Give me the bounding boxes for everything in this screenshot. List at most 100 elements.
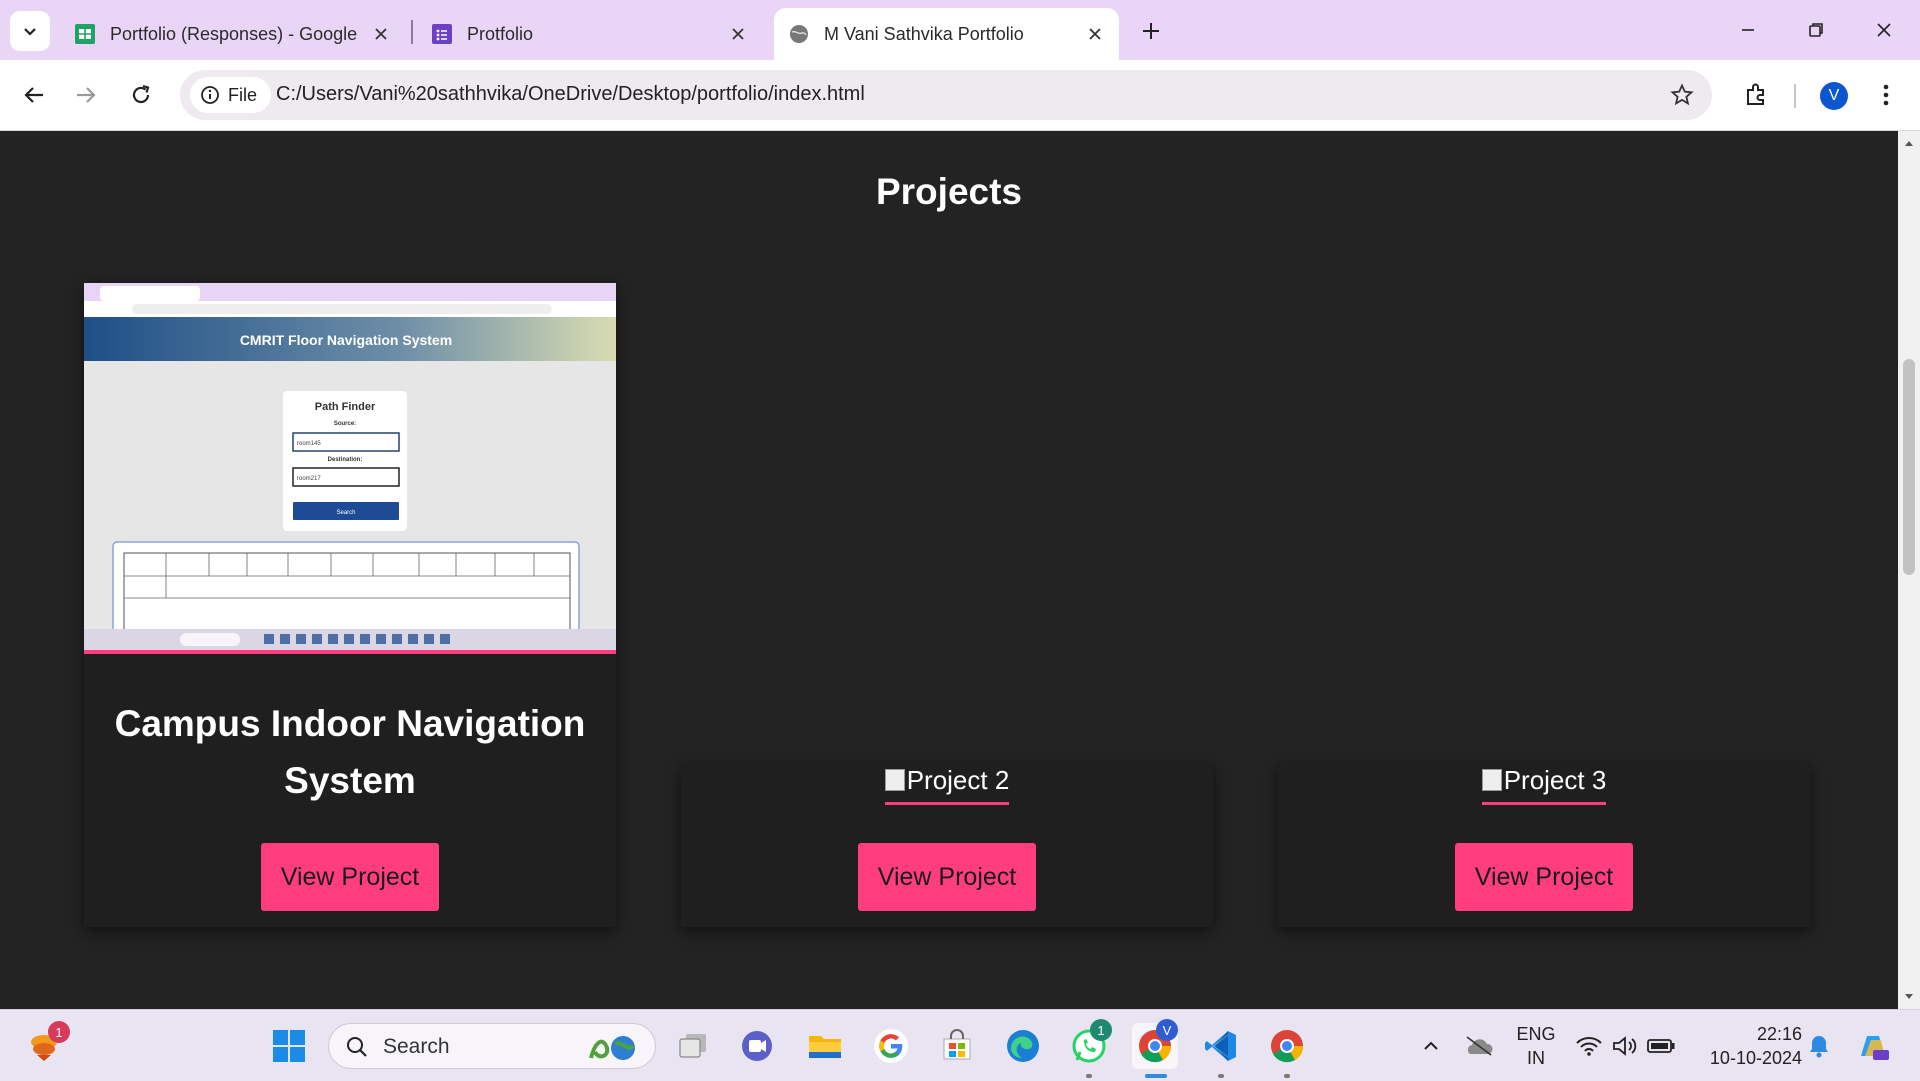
tab-strip: Portfolio (Responses) - Google Protfolio… (0, 0, 1920, 60)
tab-title: Portfolio (Responses) - Google (110, 23, 358, 44)
chrome-icon[interactable] (1264, 1023, 1310, 1069)
plus-icon (1143, 23, 1159, 39)
site-info-chip[interactable]: File (190, 77, 272, 113)
arrow-left-icon (24, 87, 43, 103)
project-image-placeholder: Project 2 (681, 765, 1213, 805)
notification-badge: 1 (48, 1021, 70, 1043)
back-button[interactable] (14, 75, 54, 115)
restore-button[interactable] (1794, 10, 1838, 50)
section-title: Projects (875, 171, 1022, 212)
store-icon[interactable] (934, 1023, 980, 1069)
view-project-button[interactable]: View Project (261, 843, 439, 911)
arrow-right-icon (77, 87, 96, 103)
close-window-button[interactable] (1862, 10, 1906, 50)
svg-text:Search: Search (336, 510, 355, 516)
onedrive-icon[interactable] (1456, 1023, 1502, 1069)
close-icon[interactable] (371, 24, 391, 44)
start-icon[interactable] (266, 1023, 312, 1069)
tab-vani-portfolio[interactable]: M Vani Sathvika Portfolio (774, 8, 1119, 60)
active-indicator (1145, 1074, 1167, 1078)
language-indicator[interactable]: ENG IN (1508, 1022, 1564, 1070)
google-sheets-icon (74, 23, 96, 45)
task-view-icon[interactable] (670, 1023, 716, 1069)
scrollbar-thumb[interactable] (1903, 359, 1915, 575)
view-project-button[interactable]: View Project (858, 843, 1036, 911)
wifi-icon (1576, 1037, 1602, 1056)
project-card: Project 2 View Project (681, 765, 1213, 927)
reload-button[interactable] (121, 75, 161, 115)
volume-icon (1613, 1036, 1637, 1056)
svg-text:room217: room217 (297, 476, 321, 482)
more-menu-icon[interactable] (1868, 75, 1904, 115)
taskbar-search-box[interactable]: Search (328, 1023, 656, 1069)
project-card: CMRIT Floor Navigation System Path Finde… (84, 283, 616, 927)
whatsapp-icon[interactable]: 1 (1066, 1019, 1112, 1069)
tab-protfolio[interactable]: Protfolio (417, 8, 762, 60)
url-text[interactable]: C:/Users/Vani%20sathhvika/OneDrive/Deskt… (276, 83, 865, 106)
running-indicator (1284, 1074, 1290, 1078)
quick-settings[interactable] (1570, 1023, 1680, 1069)
broken-image-icon (884, 769, 905, 791)
bookmark-star-icon[interactable] (1668, 81, 1696, 109)
google-forms-icon (431, 23, 453, 45)
globe-icon (788, 23, 810, 45)
clock-time: 22:16 (1756, 1024, 1802, 1044)
svg-text:room145: room145 (297, 441, 321, 447)
search-icon (347, 1037, 367, 1057)
forward-button[interactable] (66, 75, 106, 115)
clock-date: 10-10-2024 (1709, 1048, 1802, 1068)
image-alt-text: Project 2 (906, 765, 1010, 795)
close-icon[interactable] (1085, 24, 1105, 44)
extensions-icon[interactable] (1736, 75, 1776, 115)
svg-text:Destination:: Destination: (328, 457, 363, 463)
reload-icon (132, 84, 150, 104)
project-screenshot: CMRIT Floor Navigation System Path Finde… (84, 283, 616, 654)
close-icon[interactable] (728, 24, 748, 44)
vertical-scrollbar[interactable] (1898, 131, 1920, 1009)
tab-divider (411, 20, 413, 44)
tab-search-button[interactable] (10, 11, 50, 51)
browser-toolbar: File C:/Users/Vani%20sathhvika/OneDrive/… (0, 60, 1920, 131)
clock[interactable]: 22:16 10-10-2024 (1692, 1022, 1802, 1070)
search-highlight-icon (589, 1036, 635, 1060)
google-icon[interactable] (868, 1023, 914, 1069)
broken-image-icon (1481, 769, 1502, 791)
project-card: Project 3 View Project (1278, 765, 1810, 927)
edge-icon[interactable] (1000, 1023, 1046, 1069)
new-tab-button[interactable] (1134, 14, 1168, 48)
notification-bell-icon[interactable] (1796, 1023, 1842, 1069)
chevron-down-icon (24, 28, 36, 36)
toolbar-divider (1794, 84, 1796, 108)
running-indicator (1086, 1074, 1092, 1078)
chevron-up-icon[interactable] (1408, 1023, 1454, 1069)
project-image-placeholder: Project 3 (1278, 765, 1810, 805)
profile-badge: V (1156, 1019, 1178, 1041)
scroll-up-icon[interactable] (1903, 137, 1915, 149)
chrome-profile-icon[interactable]: V (1132, 1019, 1178, 1069)
copilot-icon[interactable] (1850, 1023, 1896, 1069)
restore-icon (1809, 23, 1823, 37)
battery-icon (1647, 1039, 1675, 1053)
svg-text:Source:: Source: (334, 421, 356, 427)
tab-portfolio-responses[interactable]: Portfolio (Responses) - Google (60, 8, 405, 60)
banner-text: CMRIT Floor Navigation System (240, 332, 452, 348)
address-bar[interactable]: File C:/Users/Vani%20sathhvika/OneDrive/… (180, 70, 1712, 120)
minimize-button[interactable] (1726, 10, 1770, 50)
teams-icon[interactable] (734, 1023, 780, 1069)
notification-badge: 1 (1090, 1019, 1112, 1041)
widgets-icon[interactable]: 1 (22, 1021, 70, 1069)
info-icon (201, 86, 219, 104)
project-title: Campus Indoor Navigation System (114, 703, 586, 801)
running-indicator (1218, 1074, 1224, 1078)
tab-title: M Vani Sathvika Portfolio (824, 23, 1024, 44)
page-viewport: Projects CMRIT Floor Navigation System P… (0, 131, 1898, 1009)
form-title: Path Finder (315, 401, 376, 413)
profile-avatar[interactable]: V (1820, 82, 1848, 110)
image-alt-text: Project 3 (1503, 765, 1607, 795)
view-project-button[interactable]: View Project (1455, 843, 1633, 911)
scroll-down-icon[interactable] (1903, 991, 1915, 1003)
navigation-app-screenshot: CMRIT Floor Navigation System Path Finde… (84, 283, 616, 650)
vscode-icon[interactable] (1198, 1023, 1244, 1069)
minimize-icon (1742, 29, 1754, 31)
file-explorer-icon[interactable] (802, 1023, 848, 1069)
